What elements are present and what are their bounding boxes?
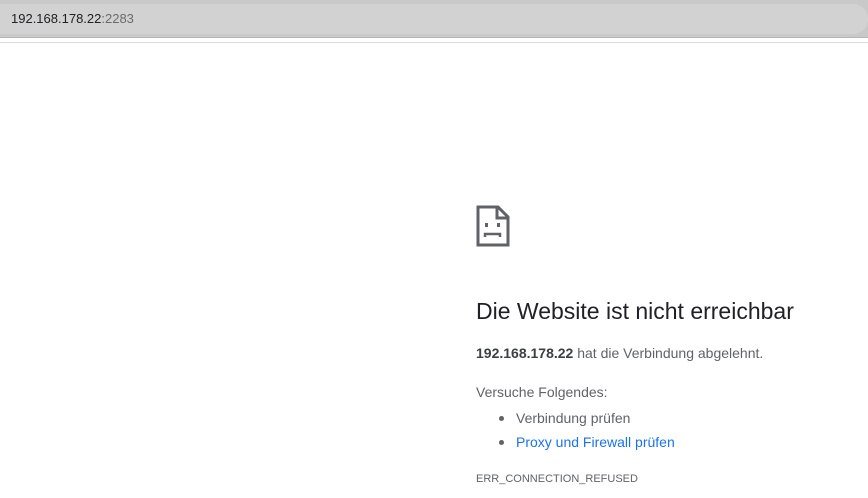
- sad-page-icon: [476, 205, 510, 247]
- url-host: 192.168.178.22: [11, 11, 102, 26]
- suggestions-list: Verbindung prüfen Proxy und Firewall prü…: [476, 406, 675, 454]
- error-title: Die Website ist nicht erreichbar: [476, 298, 794, 324]
- suggestion-check-connection: Verbindung prüfen: [476, 406, 675, 430]
- suggestions-heading: Versuche Folgendes:: [476, 384, 608, 400]
- error-description: 192.168.178.22 hat die Verbindung abgele…: [476, 344, 763, 362]
- suggestion-label: Verbindung prüfen: [516, 410, 631, 426]
- proxy-firewall-link[interactable]: Proxy und Firewall prüfen: [516, 434, 675, 450]
- suggestion-check-proxy-firewall: Proxy und Firewall prüfen: [476, 430, 675, 454]
- error-code: ERR_CONNECTION_REFUSED: [476, 473, 638, 485]
- error-message: hat die Verbindung abgelehnt.: [573, 345, 764, 361]
- address-bar: 192.168.178.22:2283: [0, 0, 868, 38]
- url-text[interactable]: 192.168.178.22:2283: [11, 11, 134, 27]
- toolbar-divider: [0, 38, 868, 43]
- url-port: :2283: [101, 11, 134, 26]
- error-host: 192.168.178.22: [476, 345, 574, 361]
